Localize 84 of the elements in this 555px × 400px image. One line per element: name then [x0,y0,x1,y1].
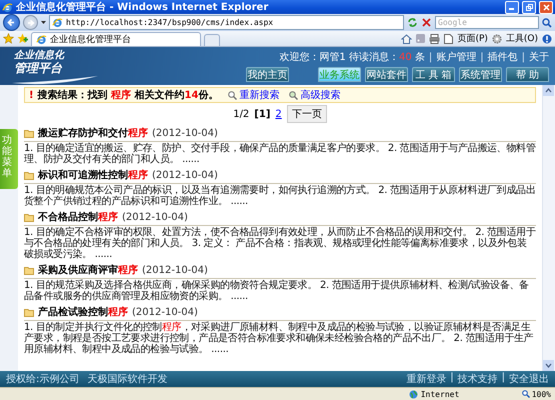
footer-link[interactable]: 安全退出 [509,372,549,386]
result-title[interactable]: 采购及供应商评审程序 [38,263,138,277]
result-title[interactable]: 标识和可追溯性控制程序 [38,168,148,182]
favorites-star-icon[interactable] [3,33,14,44]
result-date: (2012-10-04) [152,170,218,180]
folder-icon [24,170,34,180]
result-summary: 1. 目的确定不合格评审的权限、处置方法，使不合格品得到有效处理，从而防止不合格品的误用和交付。 2. 范围适用于与不合格品的处理有关的部门和人员。 3. 定义： 产品不合格：指表观、规格或理化性能等偏离标准要求，以及外包装破损或受污染。 ...... [24,227,536,260]
folder-icon [24,128,34,138]
stop-icon[interactable] [421,17,432,28]
result-summary: 1. 目的制定并执行文件化的控制程序，对采购进厂原辅材料、制程中及成品的检验与试验，以验证原辅材料是否满足生产要求，制程是否按工艺要求进行控制，产品是否符合标准要求和确保未经检验合格的产品不出厂。 2. 范围适用于生产用原辅材料、制程中及成品的检验与试验。 ...... [24,322,534,355]
welcome-text: 欢迎您：网管1 待读消息：40 条 [279,50,425,64]
page-icon [52,17,63,28]
result-title[interactable]: 不合格品控制程序 [38,210,118,224]
footer-text: 天极国际软件开发 [87,372,168,386]
add-favorite-icon[interactable] [17,33,28,44]
close-icon [542,4,550,10]
page-link[interactable]: [1] [254,108,270,120]
search-icon [289,90,298,100]
page-link[interactable]: 2 [275,108,282,120]
zoom-level[interactable]: 100% [532,390,551,398]
header-link[interactable]: 插件包 [488,50,518,64]
separator: | [428,52,432,62]
separator: | [480,52,484,62]
alert-mark: ! [29,90,34,100]
result-title[interactable]: 搬运贮存防护和交付程序 [38,126,148,140]
header-link[interactable]: 关于 [529,50,549,64]
next-page-button[interactable]: 下一页 [286,105,327,123]
window-title: 企业信息化管理平台 - Windows Internet Explorer [16,0,270,14]
nav-tab[interactable]: 我的主页 [246,67,289,82]
folder-icon [24,266,34,274]
separator: | [502,372,505,385]
browser-tab[interactable]: 企业信息化管理平台 [31,32,201,46]
search-field[interactable]: Google [435,16,539,29]
refresh-icon[interactable] [407,17,418,28]
browser-icon [2,2,13,12]
globe-icon [408,390,418,398]
result-summary: 1. 目的确定适宜的搬运、贮存、防护、交付手段，确保产品的质量满足客户的要求。 2. 范围适用于与产品搬运、物料管理、防护及交付有关的部门和人员。 ...... [24,143,536,165]
search-result-text: 搜索结果：找到 程序 相关文件约14份。 [38,88,218,102]
result-date: (2012-10-04) [152,128,218,138]
address-field[interactable]: http://localhost:2347/bsp900/cms/index.aspx [49,15,404,30]
page-position: 1/2 [233,108,250,120]
nav-tab[interactable]: 帮 助 [506,67,549,82]
footer-link[interactable]: 重新登录 [406,372,446,386]
forward-arrow-icon [26,18,34,26]
restore-button[interactable] [522,0,536,14]
result-summary: 1. 目的规范采购及选择合格供应商，确保采购的物资符合规定要求。 2. 范围适用于提供原辅材料、检测/试验设备、备品备件或服务的供应商管理及相应物资的采购。 ...... [24,280,530,302]
header-link[interactable]: 账户管理 [436,50,476,64]
nav-tab[interactable]: 系统管理 [459,67,502,82]
home-icon[interactable] [401,34,412,44]
tools-menu[interactable]: 工具(O) [506,32,538,45]
page-menu[interactable]: 页面(P) [457,32,488,45]
logo-text: 管理平台 [14,62,62,74]
result-date: (2012-10-04) [142,264,208,276]
tab-page-icon [36,34,47,45]
scroll-down-icon[interactable] [543,360,554,371]
result-summary: 1. 目的明确规范本公司产品的标识，以及当有追溯需要时，如何执行追溯的方式。 2. 范围适用于从原材料进厂到成品出货整个产供销过程的产品标识和可追溯性作业。 ...... [24,185,536,207]
minimize-button[interactable] [505,0,519,14]
result-title[interactable]: 产品检试验控制程序 [38,305,128,319]
result-date: (2012-10-04) [132,306,198,318]
nav-tab[interactable]: 网站套件 [365,67,408,82]
folder-icon [24,308,34,316]
footer-text: 授权给:示例公司 [6,372,80,386]
dropdown-caret-icon[interactable] [41,20,46,24]
footer-link[interactable]: 技术支持 [458,372,498,386]
nav-tab[interactable]: 工 具 箱 [412,67,455,82]
back-arrow-icon [7,18,16,27]
close-button[interactable] [539,0,553,14]
scroll-up-icon[interactable] [543,85,554,96]
page-icon[interactable] [444,34,454,44]
settings-icon[interactable] [492,34,502,44]
result-date: (2012-10-04) [122,212,188,222]
search-icon [228,90,238,100]
separator: | [522,52,525,62]
folder-icon [24,212,34,222]
security-zone: Internet [420,390,460,398]
logo-text: 企业信息化 [14,50,64,62]
print-icon[interactable] [429,34,440,44]
back-button[interactable] [3,14,20,31]
zoom-icon[interactable] [522,390,530,398]
separator: | [450,372,454,385]
search-link[interactable]: 高级搜索 [300,88,340,102]
search-link[interactable]: 重新搜索 [239,88,280,102]
restore-icon [526,4,532,10]
search-icon[interactable] [542,18,552,28]
